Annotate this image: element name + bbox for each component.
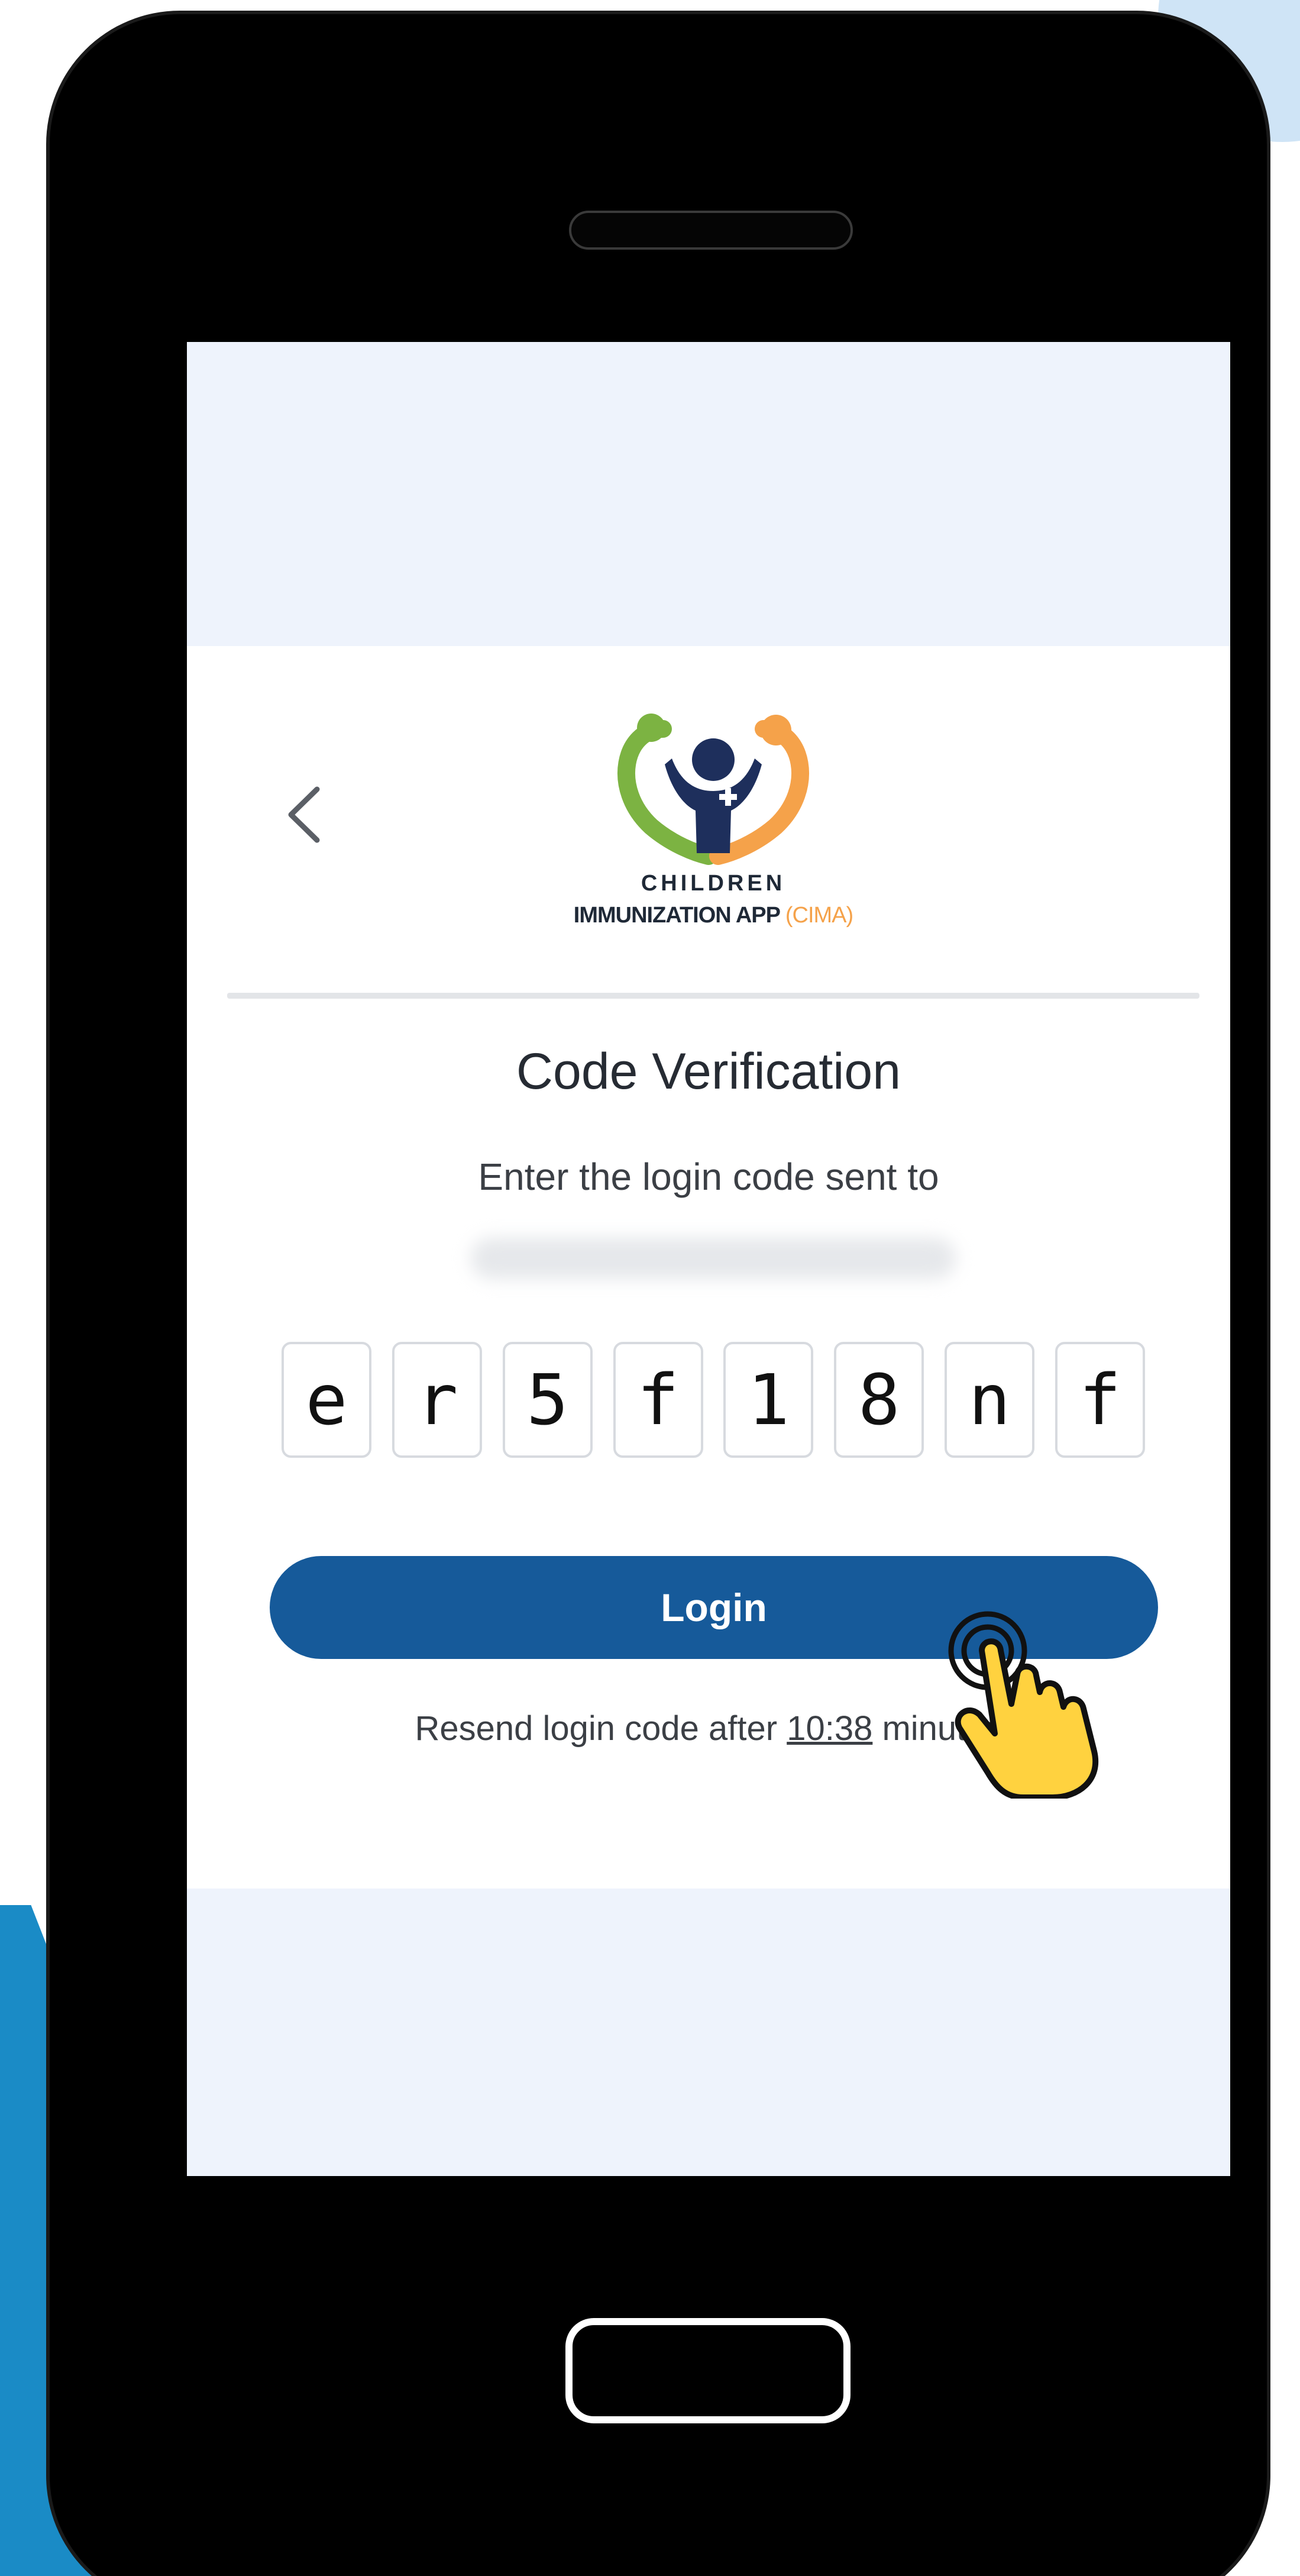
phone-speaker bbox=[569, 211, 853, 250]
home-button[interactable] bbox=[565, 2318, 851, 2423]
logo-subtitle-main: IMMUNIZATION APP bbox=[573, 903, 785, 928]
code-digit-input[interactable]: r bbox=[392, 1342, 482, 1458]
masked-email bbox=[471, 1238, 956, 1279]
logo-subtitle-accent: (CIMA) bbox=[785, 903, 853, 928]
page-title: Code Verification bbox=[516, 1043, 901, 1100]
tap-hand-icon bbox=[948, 1611, 1098, 1799]
code-digit-input[interactable]: n bbox=[945, 1342, 1035, 1458]
resend-timer: 10:38 bbox=[787, 1709, 873, 1748]
code-digit-input[interactable]: 8 bbox=[834, 1342, 924, 1458]
stage: CHILDREN IMMUNIZATION APP (CIMA) Code Ve… bbox=[0, 0, 1300, 2576]
code-digit-input[interactable]: 5 bbox=[502, 1342, 593, 1458]
logo-title: CHILDREN bbox=[641, 871, 786, 896]
code-digit-input[interactable]: f bbox=[613, 1342, 703, 1458]
logo-subtitle: IMMUNIZATION APP (CIMA) bbox=[554, 903, 873, 928]
cima-logo-mark bbox=[617, 714, 809, 865]
code-digit-input[interactable]: e bbox=[282, 1342, 371, 1458]
code-input-row: e r 5 f 1 8 n f bbox=[282, 1342, 1145, 1458]
code-digit-input[interactable]: f bbox=[1055, 1342, 1145, 1458]
phone-frame: CHILDREN IMMUNIZATION APP (CIMA) Code Ve… bbox=[50, 14, 1267, 2576]
cima-logo: CHILDREN IMMUNIZATION APP (CIMA) bbox=[554, 705, 873, 954]
chevron-left-icon bbox=[288, 786, 320, 843]
app-screen: CHILDREN IMMUNIZATION APP (CIMA) Code Ve… bbox=[187, 342, 1230, 2176]
back-button[interactable] bbox=[276, 776, 341, 853]
page-subtitle: Enter the login code sent to bbox=[478, 1155, 939, 1198]
code-digit-input[interactable]: 1 bbox=[723, 1342, 814, 1458]
resend-prefix: Resend login code after bbox=[415, 1709, 787, 1748]
header-divider bbox=[227, 993, 1199, 999]
